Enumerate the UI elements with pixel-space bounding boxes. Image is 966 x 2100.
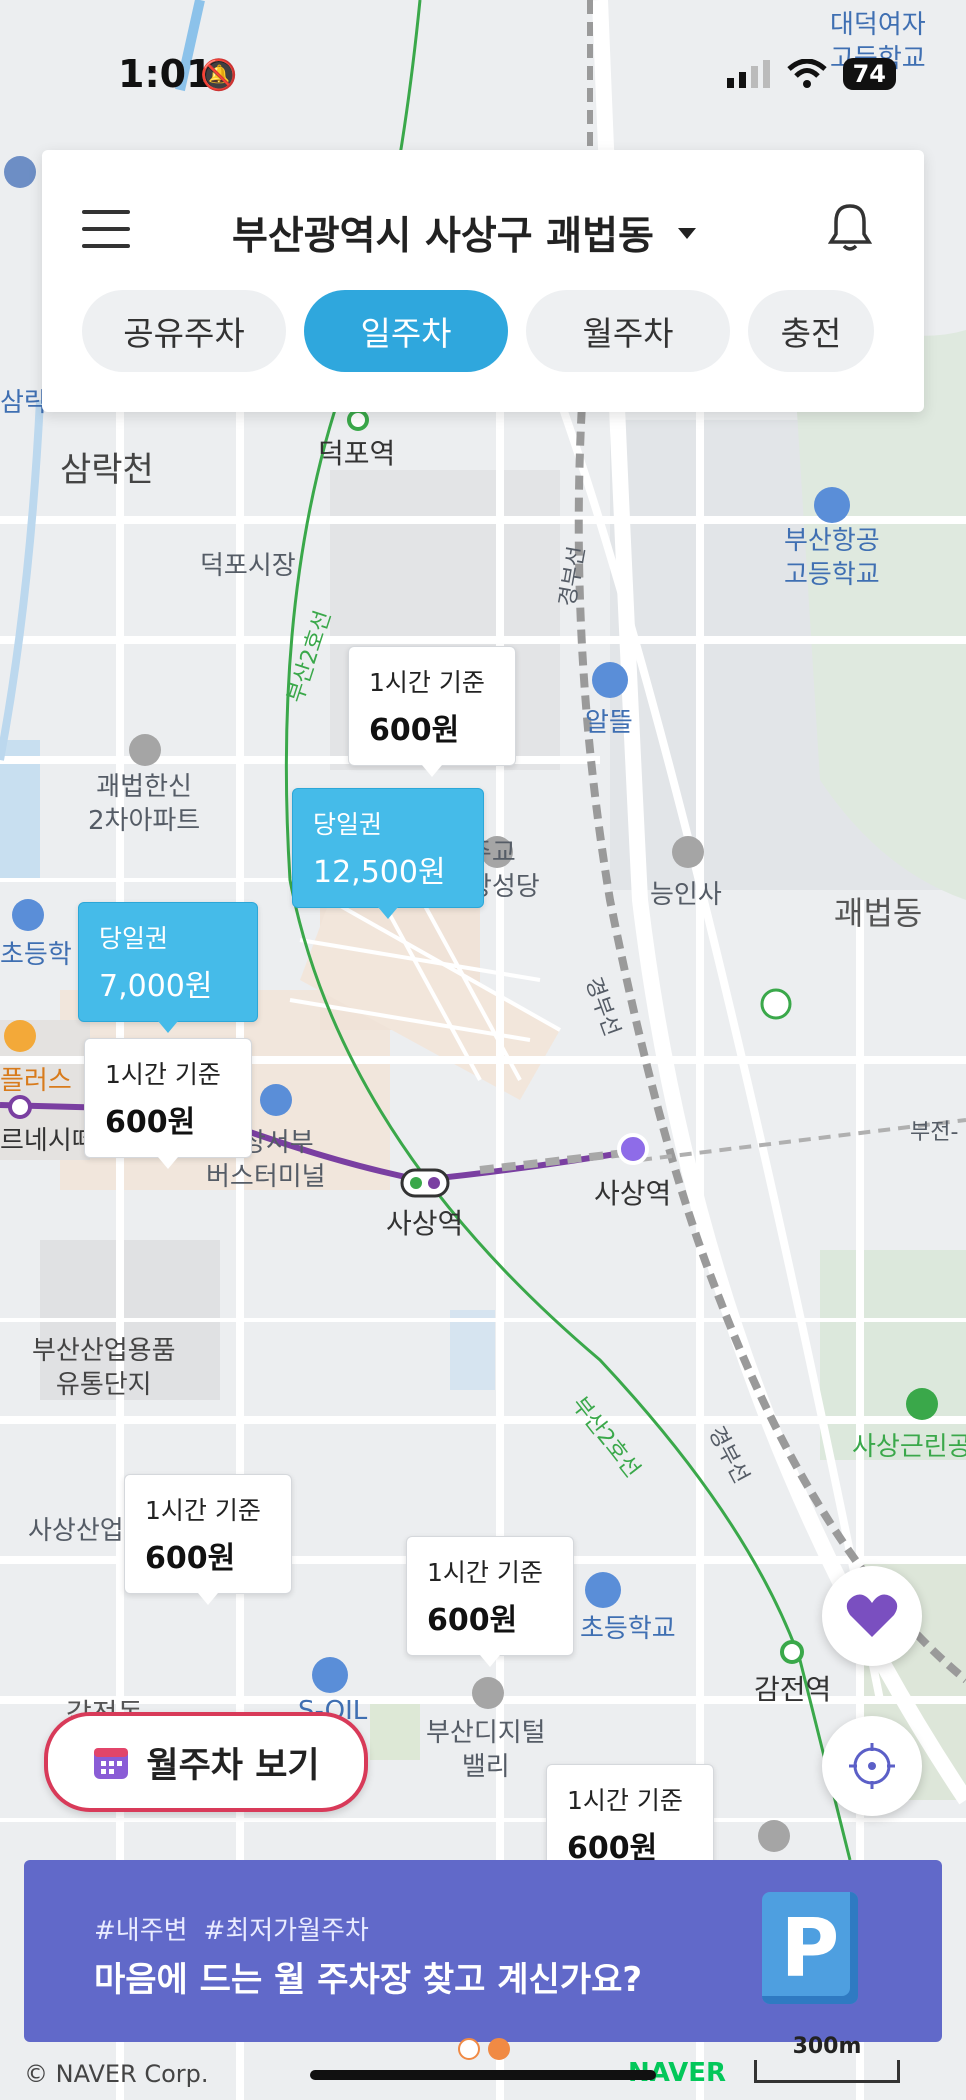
calendar-icon [94, 1748, 129, 1779]
location-selector[interactable]: 부산광역시 사상구 괘법동 [232, 205, 696, 261]
map-label-neunginsa: 능인사 [650, 880, 722, 910]
menu-icon[interactable] [82, 210, 134, 250]
header-card: 부산광역시 사상구 괘법동 공유주차 일주차 월주차 충전 [42, 150, 924, 412]
price-marker[interactable]: 1시간 기준 600원 [348, 646, 516, 777]
wifi-icon [786, 59, 827, 88]
bell-icon[interactable] [828, 202, 872, 252]
map-label-busan-jeon: 부전- [910, 1120, 959, 1145]
map-label-industrial: 부산산업용품 유통단지 [32, 1336, 176, 1400]
map-label-plus: 플러스 [0, 1066, 72, 1096]
caret-down-icon [677, 227, 696, 239]
marker-caption: 1시간 기준 [145, 1496, 261, 1525]
banner-tags: #내주변 #최저가월주차 [94, 1910, 385, 1947]
map-label-cinema: 르네시떼 [0, 1126, 96, 1156]
price-marker[interactable]: 1시간 기준 600원 [84, 1038, 252, 1169]
price-marker[interactable]: 1시간 기준 600원 [124, 1474, 292, 1605]
map-label-apt: 괘법한신 2차아파트 [88, 772, 201, 836]
pagination-dot[interactable] [458, 2038, 480, 2060]
marker-price: 600원 [105, 1105, 196, 1140]
map-label-gwaebeopdong: 괘법동 [834, 894, 923, 932]
map-label-samrak: 삼락 [0, 388, 48, 418]
map-label-park: 사상근린공 [852, 1432, 966, 1462]
status-time: 1:01 [118, 52, 213, 96]
banner-tag: #최저가월주차 [203, 1916, 369, 1946]
heart-icon [846, 1594, 898, 1637]
tab-charging[interactable]: 충전 [748, 290, 874, 372]
marker-caption: 1시간 기준 [427, 1558, 543, 1587]
map-label-sasang-station-2: 사상역 [594, 1177, 672, 1210]
map-copyright: © NAVER Corp. [24, 2060, 209, 2088]
marker-price: 600원 [145, 1541, 236, 1576]
banner-headline: 마음에 드는 월 주차장 찾고 계신가요? [94, 1960, 643, 2000]
status-icons: 74 [726, 58, 896, 90]
silent-icon: 🔕 [200, 58, 238, 93]
marker-price: 600원 [427, 1603, 518, 1638]
map-label-samrakcheon: 삼락천 [60, 450, 154, 490]
scale-label: 300m [792, 2034, 862, 2059]
monthly-button-label: 월주차 보기 [146, 1745, 320, 1786]
map-label-elementary-left: 초등학 [0, 940, 72, 970]
price-marker-highlight[interactable]: 당일권 12,500원 [292, 788, 484, 919]
my-location-button[interactable] [822, 1716, 922, 1816]
tab-daily-parking[interactable]: 일주차 [304, 290, 508, 372]
map-scale: 300m [754, 2036, 900, 2083]
map-label-sasang-station: 사상역 [386, 1207, 464, 1240]
map-label-deokpo-station: 덕포역 [318, 437, 396, 470]
banner-pagination[interactable] [458, 2038, 510, 2060]
marker-price: 12,500원 [313, 855, 446, 890]
marker-caption: 1시간 기준 [567, 1786, 683, 1815]
parking-type-tabs: 공유주차 일주차 월주차 충전 [82, 290, 874, 372]
marker-price: 600원 [369, 713, 460, 748]
favorites-button[interactable] [822, 1566, 922, 1666]
map-label-sasang-industrial: 사상산업 [28, 1516, 124, 1546]
map-label-port-high: 부산항공 고등학교 [784, 526, 880, 590]
parking-p-icon: P [762, 1892, 858, 2004]
tab-shared-parking[interactable]: 공유주차 [82, 290, 286, 372]
pagination-dot-active[interactable] [488, 2038, 510, 2060]
home-indicator[interactable] [310, 2070, 656, 2080]
price-marker[interactable]: 1시간 기준 600원 [406, 1536, 574, 1667]
map-label-albi: 알뜰 [585, 708, 633, 738]
marker-price: 7,000원 [99, 969, 213, 1004]
marker-caption: 1시간 기준 [369, 668, 485, 697]
map-label-gamjeon-station: 감전역 [754, 1673, 832, 1706]
marker-caption: 당일권 [313, 810, 383, 839]
battery-indicator: 74 [842, 58, 896, 90]
view-monthly-parking-button[interactable]: 월주차 보기 [44, 1712, 368, 1812]
map-label-elementary-bottom: 초등학교 [580, 1614, 676, 1644]
map-label-deokpo-market: 덕포시장 [200, 551, 296, 581]
crosshair-icon [849, 1743, 895, 1789]
tab-monthly-parking[interactable]: 월주차 [526, 290, 730, 372]
map-label-digital-valley: 부산디지털 밸리 [426, 1718, 546, 1782]
marker-caption: 1시간 기준 [105, 1060, 221, 1089]
promo-banner[interactable]: #내주변 #최저가월주차 마음에 드는 월 주차장 찾고 계신가요? P [24, 1860, 942, 2042]
signal-icon [726, 60, 770, 88]
location-label: 부산광역시 사상구 괘법동 [232, 214, 654, 259]
price-marker-highlight[interactable]: 당일권 7,000원 [78, 902, 258, 1033]
banner-tag: #내주변 [94, 1916, 188, 1946]
marker-caption: 당일권 [99, 924, 169, 953]
